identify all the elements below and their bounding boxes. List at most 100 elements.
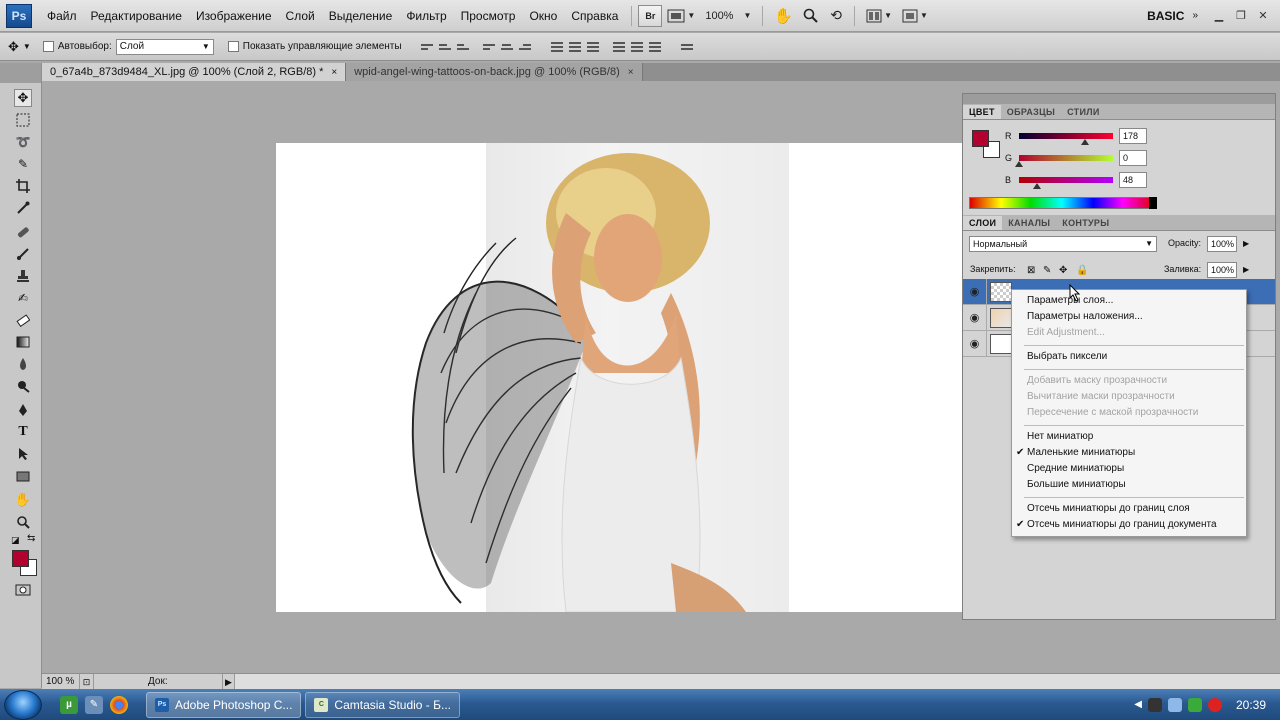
quick-mask-icon[interactable] <box>14 581 32 599</box>
layer-thumbnail[interactable] <box>990 307 1012 328</box>
tab-paths[interactable]: КОНТУРЫ <box>1056 216 1115 230</box>
menu-edit[interactable]: Редактирование <box>84 9 189 23</box>
opacity-field[interactable]: 100% <box>1207 236 1237 252</box>
minimize-icon[interactable]: ▁ <box>1208 9 1230 22</box>
blue-slider[interactable] <box>1019 177 1113 189</box>
clock[interactable]: 20:39 <box>1228 698 1274 712</box>
play-icon[interactable]: ▶ <box>222 673 234 690</box>
layer-thumbnail[interactable] <box>990 333 1012 354</box>
eye-icon[interactable]: ◉ <box>963 278 987 305</box>
autoselect-checkbox[interactable] <box>42 41 54 52</box>
chevron-down-icon[interactable]: ▼ <box>23 42 31 51</box>
distribute-vcenter-icon[interactable] <box>567 39 583 55</box>
menu-select[interactable]: Выделение <box>322 9 400 23</box>
menu-item-select-pixels[interactable]: Выбрать пиксели <box>1012 349 1246 365</box>
blur-tool-icon[interactable] <box>14 355 32 373</box>
toolbox-grip[interactable] <box>0 63 41 83</box>
distribute-right-icon[interactable] <box>647 39 663 55</box>
slider-thumb[interactable] <box>1015 161 1023 167</box>
slider-thumb[interactable] <box>1032 183 1041 189</box>
foreground-color-swatch[interactable] <box>12 550 29 567</box>
lasso-tool-icon[interactable]: ➰ <box>14 133 32 151</box>
green-check-icon[interactable] <box>1187 697 1202 712</box>
lock-all-icon[interactable]: 🔒 <box>1076 265 1088 276</box>
type-tool-icon[interactable]: T <box>14 423 32 441</box>
menu-item-layer-properties[interactable]: Параметры слоя... <box>1012 293 1246 309</box>
lock-pixels-icon[interactable]: ✎ <box>1043 265 1051 276</box>
marquee-tool-icon[interactable] <box>14 111 32 129</box>
eraser-tool-icon[interactable] <box>14 311 32 329</box>
menu-item-clip-to-layer[interactable]: Отсечь миниатюры до границ слоя <box>1012 501 1246 517</box>
color-spectrum-bar[interactable] <box>969 197 1155 209</box>
restore-icon[interactable]: ❐ <box>1230 9 1252 22</box>
menu-item-no-thumbnails[interactable]: Нет миниатюр <box>1012 429 1246 445</box>
menu-item-blending-options[interactable]: Параметры наложения... <box>1012 309 1246 325</box>
path-select-icon[interactable] <box>14 445 32 463</box>
align-hcenter-icon[interactable] <box>499 39 515 55</box>
eyedropper-tool-icon[interactable] <box>14 199 32 217</box>
tab-layers[interactable]: СЛОИ <box>963 216 1003 230</box>
pen-tool-icon[interactable] <box>14 401 32 419</box>
close-icon[interactable]: ✕ <box>1252 9 1274 22</box>
panel-foreground-swatch[interactable] <box>972 130 989 147</box>
show-controls-checkbox[interactable] <box>227 41 239 52</box>
swap-colors-icon[interactable]: ⇆ <box>27 533 35 544</box>
lock-position-icon[interactable]: ✥ <box>1059 265 1067 276</box>
quick-select-tool-icon[interactable]: ✎ <box>14 155 32 173</box>
red-value-field[interactable]: 178 <box>1119 128 1147 144</box>
align-bottom-icon[interactable] <box>455 39 471 55</box>
distribute-top-icon[interactable] <box>549 39 565 55</box>
status-zoom-field[interactable]: 100 % <box>42 673 80 690</box>
align-right-icon[interactable] <box>517 39 533 55</box>
bridge-button[interactable]: Br <box>638 4 663 27</box>
menu-file[interactable]: Файл <box>40 9 84 23</box>
tab-styles[interactable]: СТИЛИ <box>1061 105 1106 119</box>
default-colors-icon[interactable]: ◪ <box>11 535 20 546</box>
hand-button[interactable]: ✋ <box>769 5 798 27</box>
align-left-icon[interactable] <box>481 39 497 55</box>
opacity-arrow-icon[interactable]: ▶ <box>1243 239 1249 248</box>
paint-icon[interactable]: ✎ <box>85 695 103 714</box>
arrow-left-icon[interactable]: ◀ <box>1134 699 1142 710</box>
arrange-docs-button[interactable]: ▼ <box>861 5 897 27</box>
crop-tool-icon[interactable] <box>14 177 32 195</box>
clone-stamp-icon[interactable] <box>14 267 32 285</box>
workspace-switcher[interactable]: BASIC <box>1139 9 1192 23</box>
move-tool-preset-icon[interactable]: ✥ <box>8 39 19 55</box>
rotate-view-button[interactable]: ⟲ <box>824 5 848 27</box>
menu-item-clip-to-document[interactable]: ✔ Отсечь миниатюры до границ документа <box>1012 517 1246 533</box>
antivirus-icon[interactable] <box>1207 697 1222 712</box>
distribute-bottom-icon[interactable] <box>585 39 601 55</box>
menu-window[interactable]: Окно <box>522 9 564 23</box>
red-slider[interactable] <box>1019 133 1113 145</box>
zoom-button[interactable] <box>798 5 824 27</box>
status-info-icon[interactable]: ⊡ <box>80 673 94 690</box>
menu-layer[interactable]: Слой <box>279 9 322 23</box>
zoom-level-dropdown[interactable]: 100% ▼ <box>700 5 756 27</box>
healing-brush-icon[interactable] <box>14 223 32 241</box>
move-tool-icon[interactable]: ✥ <box>14 89 32 107</box>
tab-channels[interactable]: КАНАЛЫ <box>1002 216 1056 230</box>
menu-item-small-thumbnails[interactable]: ✔ Маленькие миниатюры <box>1012 445 1246 461</box>
shape-tool-icon[interactable] <box>14 467 32 485</box>
chevron-double-icon[interactable]: » <box>1192 10 1198 21</box>
tab-document-1[interactable]: 0_67a4b_873d9484_XL.jpg @ 100% (Слой 2, … <box>42 63 347 81</box>
auto-align-icon[interactable] <box>679 39 695 55</box>
menu-item-large-thumbnails[interactable]: Большие миниатюры <box>1012 477 1246 493</box>
chrome-icon[interactable] <box>110 695 128 714</box>
lock-transparency-icon[interactable]: ⊠ <box>1027 265 1035 276</box>
distribute-left-icon[interactable] <box>611 39 627 55</box>
tab-document-2[interactable]: wpid-angel-wing-tattoos-on-back.jpg @ 10… <box>346 63 643 81</box>
align-vcenter-icon[interactable] <box>437 39 453 55</box>
eye-icon[interactable]: ◉ <box>963 330 987 357</box>
screen-size-button[interactable]: ▼ <box>897 5 933 27</box>
spectrum-black-swatch[interactable] <box>1149 197 1157 209</box>
close-icon[interactable]: × <box>331 67 337 78</box>
blend-mode-dropdown[interactable]: Нормальный ▼ <box>969 236 1157 252</box>
horizontal-scrollbar[interactable] <box>234 673 1280 690</box>
autoselect-dropdown[interactable]: Слой ▼ <box>115 38 214 55</box>
start-button[interactable] <box>4 689 42 720</box>
recorder-icon[interactable] <box>1147 697 1162 712</box>
hand-tool-icon[interactable]: ✋ <box>14 491 32 509</box>
tab-swatches[interactable]: ОБРАЗЦЫ <box>1001 105 1061 119</box>
